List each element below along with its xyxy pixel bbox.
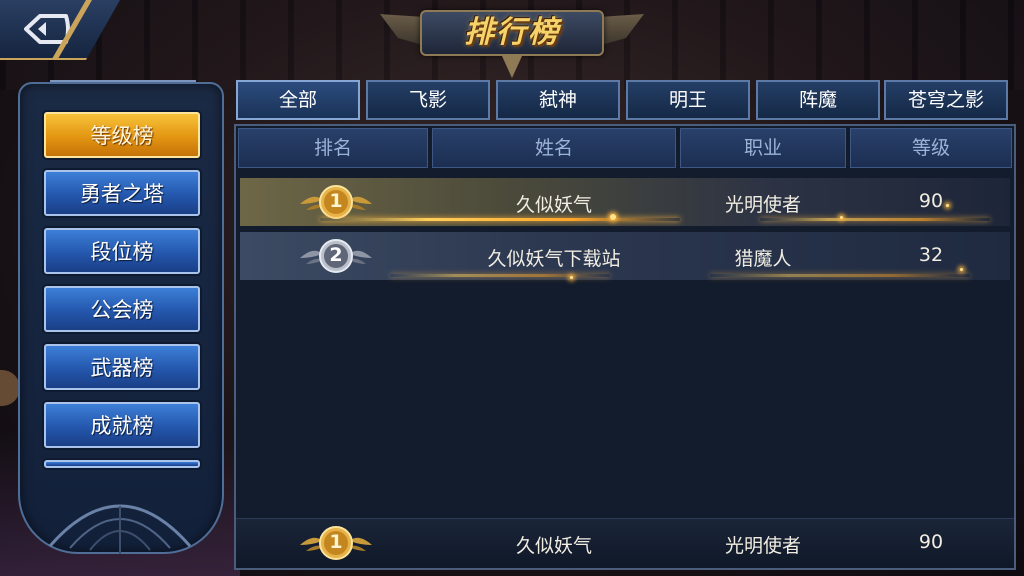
tab-mingwang[interactable]: 明王: [626, 80, 750, 120]
player-level: 90: [918, 531, 944, 553]
category-achievement[interactable]: 成就榜: [44, 402, 200, 448]
player-class: 光明使者: [724, 535, 801, 557]
column-header-rank: 排名: [238, 128, 428, 168]
glow-effect: [390, 274, 610, 277]
tab-cangqiong[interactable]: 苍穹之影: [884, 80, 1008, 120]
column-header-class: 职业: [680, 128, 846, 168]
category-weapon[interactable]: 武器榜: [44, 344, 200, 390]
glow-effect: [710, 274, 970, 277]
category-tower[interactable]: 勇者之塔: [44, 170, 200, 216]
panel-trim: [50, 80, 196, 90]
rank-number: 2: [329, 244, 343, 266]
tab-zhenmo[interactable]: 阵魔: [756, 80, 880, 120]
sparkle: [840, 216, 843, 219]
glow-effect: [320, 218, 680, 221]
category-level[interactable]: 等级榜: [44, 112, 200, 158]
category-guild[interactable]: 公会榜: [44, 286, 200, 332]
table-row[interactable]: 2 久似妖气下载站 猎魔人 32: [240, 232, 1010, 280]
table-row[interactable]: 1 久似妖气 光明使者 90: [240, 178, 1010, 226]
sparkle: [610, 214, 616, 220]
panel-ornament: [48, 504, 192, 554]
title-banner: 排行榜: [380, 4, 644, 78]
player-name: 久似妖气下载站: [487, 248, 621, 270]
side-expand-handle[interactable]: [0, 370, 20, 406]
tab-all[interactable]: 全部: [236, 80, 360, 120]
glow-effect: [760, 218, 990, 221]
sparkle: [946, 204, 949, 207]
column-header-name: 姓名: [432, 128, 676, 168]
sparkle: [570, 276, 573, 279]
my-rank-row: 1 久似妖气 光明使者 90: [236, 518, 1014, 568]
player-level: 32: [918, 244, 944, 266]
title-ornament: [502, 56, 522, 78]
page-title: 排行榜: [464, 15, 560, 50]
category-division[interactable]: 段位榜: [44, 228, 200, 274]
player-class: 光明使者: [724, 194, 801, 216]
sparkle: [960, 268, 963, 271]
column-header-level: 等级: [850, 128, 1012, 168]
back-icon: [24, 14, 70, 44]
player-name: 久似妖气: [515, 194, 592, 216]
tab-shishen[interactable]: 弑神: [496, 80, 620, 120]
player-name: 久似妖气: [515, 535, 592, 557]
player-level: 90: [918, 190, 944, 212]
rank-number: 1: [329, 190, 343, 212]
category-more[interactable]: [44, 460, 200, 468]
rank-number: 1: [329, 531, 343, 553]
player-class: 猎魔人: [734, 248, 792, 270]
tab-feiying[interactable]: 飞影: [366, 80, 490, 120]
